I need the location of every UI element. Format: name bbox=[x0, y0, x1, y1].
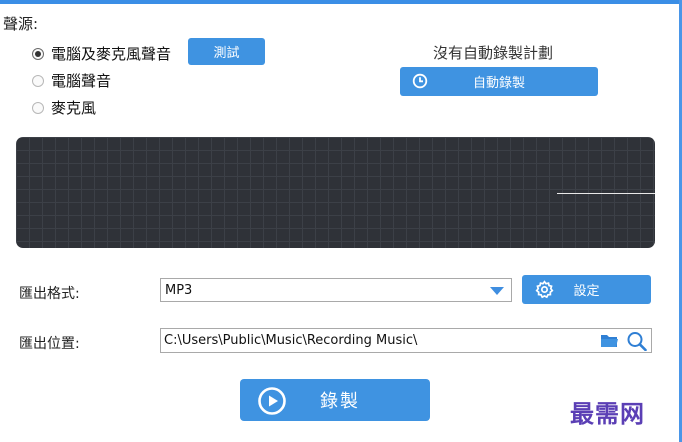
play-circle-icon bbox=[257, 386, 287, 421]
settings-label: 設定 bbox=[573, 284, 600, 299]
gear-icon bbox=[535, 280, 554, 303]
clock-icon bbox=[412, 73, 428, 93]
record-label: 錄製 bbox=[320, 391, 360, 412]
folder-icon[interactable] bbox=[600, 332, 619, 353]
output-format-label: 匯出格式: bbox=[19, 286, 80, 302]
output-path-field[interactable]: C:\Users\Public\Music\Recording Music\ bbox=[160, 328, 652, 353]
output-format-value: MP3 bbox=[165, 282, 193, 298]
audio-level-line bbox=[557, 193, 655, 194]
watermark-logo: 最需网 bbox=[570, 399, 645, 428]
chevron-down-icon[interactable] bbox=[490, 287, 504, 295]
window-top-border bbox=[0, 0, 682, 4]
auto-record-button[interactable]: 自動錄製 bbox=[400, 67, 598, 96]
radio-button[interactable] bbox=[32, 74, 44, 87]
schedule-status: 沒有自動錄製計劃 bbox=[433, 44, 554, 62]
audio-source-label: 聲源: bbox=[3, 15, 39, 33]
radio-button[interactable] bbox=[32, 101, 44, 114]
audio-visualizer bbox=[16, 137, 655, 248]
search-icon[interactable] bbox=[626, 331, 648, 355]
radio-computer[interactable]: 電腦聲音 bbox=[32, 70, 111, 91]
radio-label: 電腦及麥克風聲音 bbox=[51, 45, 172, 63]
test-button[interactable]: 測試 bbox=[188, 38, 265, 65]
radio-label: 麥克風 bbox=[51, 99, 97, 117]
radio-button-selected[interactable] bbox=[32, 47, 44, 60]
radio-microphone[interactable]: 麥克風 bbox=[32, 97, 96, 118]
radio-computer-and-mic[interactable]: 電腦及麥克風聲音 bbox=[32, 43, 171, 64]
auto-record-label: 自動錄製 bbox=[472, 76, 525, 91]
settings-button[interactable]: 設定 bbox=[522, 275, 651, 304]
output-format-select[interactable]: MP3 bbox=[160, 278, 512, 302]
radio-label: 電腦聲音 bbox=[51, 72, 112, 90]
record-button[interactable]: 錄製 bbox=[240, 379, 430, 421]
output-location-label: 匯出位置: bbox=[19, 336, 80, 352]
output-path-value: C:\Users\Public\Music\Recording Music\ bbox=[164, 333, 418, 348]
